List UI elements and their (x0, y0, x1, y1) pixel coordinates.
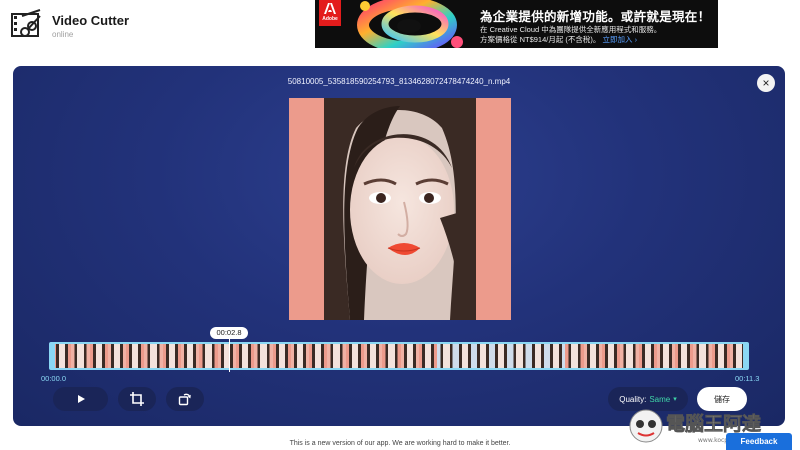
timeline-thumbnail (693, 344, 712, 368)
adobe-a-icon (324, 3, 336, 14)
timeline-thumbnail (327, 344, 346, 368)
feedback-button[interactable]: Feedback (726, 433, 792, 450)
ad-join-link[interactable]: 立即加入 › (603, 35, 638, 44)
timeline-thumbnail (437, 344, 456, 368)
ad-artwork (357, 0, 463, 48)
play-icon (77, 395, 85, 403)
timeline-thumbnail (181, 344, 200, 368)
video-preview[interactable] (289, 98, 511, 320)
close-button[interactable]: × (757, 74, 775, 92)
timeline-thumbnail (382, 344, 401, 368)
timeline-thumbnail (162, 344, 182, 368)
timeline-thumbnail (235, 344, 255, 368)
playhead[interactable] (229, 338, 230, 372)
page: Video Cutter online Adobe 為企業提供的新增功能。或許就… (0, 0, 800, 450)
ad-banner[interactable]: Adobe 為企業提供的新增功能。或許就是現在！ 在 Creative Clou… (315, 0, 718, 48)
timeline-thumbnail (254, 344, 273, 368)
timeline-thumbnail (711, 344, 730, 368)
timeline-thumbnail (601, 344, 621, 368)
timeline-thumbnail (144, 344, 163, 368)
timeline-thumbnail (89, 344, 108, 368)
adobe-logo: Adobe (319, 0, 341, 26)
timeline-thumbnail (492, 344, 511, 368)
ad-body-line2: 方案價格從 NT$914/月起 (不含稅)。 立即加入 › (480, 34, 637, 45)
rotate-icon (178, 393, 191, 406)
app-title: Video Cutter (52, 13, 130, 28)
timeline-thumbnail (620, 344, 639, 368)
quality-label: Quality: (619, 394, 647, 404)
timeline-thumbnail (217, 344, 236, 368)
file-name: 50810005_535818590254793_813462807247847… (287, 77, 511, 86)
timeline-thumbnail (638, 344, 657, 368)
timeline-thumbnail (455, 344, 474, 368)
timeline-thumbnail (473, 344, 493, 368)
timeline-thumbnails (53, 344, 745, 368)
timeline-thumbnail (345, 344, 365, 368)
timeline-thumbnail (71, 344, 90, 368)
video-frame (324, 98, 476, 320)
timeline-thumbnail (565, 344, 584, 368)
portrait-image (324, 98, 476, 320)
timeline-thumbnail (510, 344, 529, 368)
chevron-down-icon: ▾ (673, 396, 677, 403)
rotate-button[interactable] (166, 387, 204, 411)
timeline-thumbnail (547, 344, 566, 368)
timeline-thumbnail (364, 344, 383, 368)
timeline-thumbnail (400, 344, 419, 368)
timeline-thumbnail (309, 344, 328, 368)
timeline-thumbnail (126, 344, 145, 368)
film-scissors-icon (11, 9, 41, 37)
timeline-thumbnail (528, 344, 548, 368)
timeline-thumbnail (107, 344, 127, 368)
timeline-thumbnail (53, 344, 72, 368)
timeline-thumbnail (583, 344, 602, 368)
trim-start-handle[interactable] (49, 342, 55, 370)
watermark-text: 電腦王阿達 (666, 412, 761, 435)
crop-button[interactable] (118, 387, 156, 411)
timeline-thumbnail (418, 344, 438, 368)
crop-icon (130, 392, 144, 406)
timeline-thumbnail (290, 344, 310, 368)
ad-price-text: 方案價格從 NT$914/月起 (不含稅)。 (480, 35, 601, 44)
timeline-thumbnail (656, 344, 676, 368)
timeline-track[interactable] (51, 342, 747, 370)
end-time: 00:11.3 (735, 374, 760, 383)
ad-headline: 為企業提供的新增功能。或許就是現在！ (480, 10, 711, 24)
start-time: 00:00.0 (41, 374, 67, 383)
brand: Video Cutter online (52, 13, 129, 39)
play-button[interactable] (53, 387, 108, 411)
adobe-logo-text: Adobe (322, 16, 338, 22)
app-subtitle: online (52, 30, 74, 39)
trim-end-handle[interactable] (743, 342, 749, 370)
timeline-thumbnail (675, 344, 694, 368)
editor-panel: 50810005_535818590254793_813462807247847… (13, 66, 785, 426)
app-logo[interactable] (10, 8, 44, 42)
timeline-thumbnail (199, 344, 218, 368)
quality-value: Same (649, 394, 671, 404)
timeline-thumbnail (272, 344, 291, 368)
